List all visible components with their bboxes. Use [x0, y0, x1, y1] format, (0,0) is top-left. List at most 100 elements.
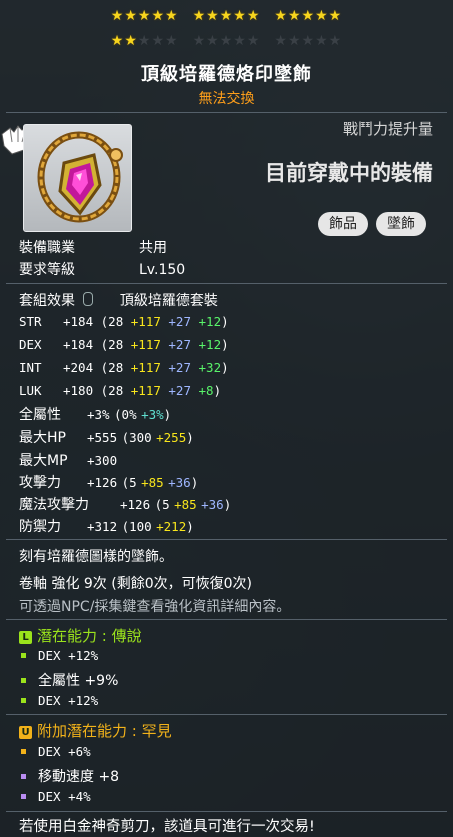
additional-text: DEX +6% [38, 744, 91, 759]
item-icon-frame [23, 124, 132, 232]
bullet-icon [21, 697, 26, 703]
stat-name: 攻擊力 [19, 475, 61, 491]
trade-status: 無法交換 [198, 91, 255, 107]
item-description: 刻有培羅德圖樣的墜飾。 [19, 549, 173, 565]
stat-extra: +3% [141, 407, 164, 422]
paren: ) [190, 475, 199, 490]
stat-row-allstat: 全屬性 +3% (0% +3%) [19, 404, 171, 424]
star-empty-icon: ★ [219, 33, 234, 49]
potential-line: 全屬性 +9% [19, 670, 118, 690]
stat-name: INT [19, 360, 42, 375]
item-name: 頂級培羅德烙印墜飾 [141, 64, 312, 85]
item-tooltip: ★★★★★ ★★★★★ ★★★★★ ★★★★★ ★★★★★ ★★★★★ 頂級培羅德烙印墜… [0, 0, 453, 837]
stat-row-mp: 最大MP +300 [19, 450, 117, 470]
set-effect-label: 套組效果 [19, 293, 75, 309]
star-filled-icon: ★ [301, 8, 316, 24]
additional-text: DEX +4% [38, 789, 91, 804]
scroll-info: 卷軸 強化 9次 (剩餘0次，可恢復0次) [19, 576, 252, 592]
star-filled-icon: ★ [151, 8, 166, 24]
stat-row-magic-attack: 魔法攻擊力 +126 (5 +85 +36) [19, 494, 231, 514]
bullet-icon [21, 748, 26, 754]
divider [6, 539, 447, 540]
star-filled-icon: ★ [137, 8, 152, 24]
star-empty-icon: ★ [287, 33, 302, 49]
stat-base: (300 [121, 430, 152, 445]
potential-text: 全屬性 +9% [38, 673, 119, 689]
enhance-hint: 可透過NPC/採集鍵查看強化資訊詳細內容。 [19, 599, 291, 615]
stat-base: (5 [121, 475, 137, 490]
potential-line: DEX +12% [19, 648, 98, 664]
star-group: ★★★★★ [193, 33, 261, 49]
stat-extra: +36 [168, 475, 191, 490]
combat-power-label: 戰鬥力提升量 [342, 120, 433, 138]
stat-name: DEX [19, 337, 42, 352]
additional-line: 移動速度 +8 [19, 766, 119, 786]
star-empty-icon: ★ [206, 33, 220, 49]
stat-row-defense: 防禦力 +312 (100 +212) [19, 516, 194, 536]
star-force-row-1: ★★★★★ ★★★★★ ★★★★★ [0, 8, 453, 24]
stat-total: +312 [87, 519, 118, 534]
additional-potential-header: U 附加潛在能力 : 罕見 [19, 720, 172, 741]
paren: ) [186, 430, 194, 445]
star-empty-icon: ★ [315, 33, 329, 49]
stat-base: 28 [108, 383, 124, 398]
stat-extra: +32 [198, 360, 222, 375]
stat-base: 28 [108, 337, 124, 352]
stat-total: +126 [87, 475, 118, 490]
stat-extra: +8 [198, 383, 214, 398]
star-filled-icon: ★ [246, 8, 261, 24]
category-tag-accessory: 飾品 [318, 212, 368, 236]
star-empty-icon: ★ [192, 33, 207, 49]
divider [6, 811, 447, 812]
star-filled-icon: ★ [315, 8, 329, 24]
job-label: 裝備職業 [19, 240, 75, 256]
additional-potential-title: 附加潛在能力 : 罕見 [37, 722, 172, 740]
star-empty-icon: ★ [301, 33, 316, 49]
bullet-icon [21, 652, 26, 658]
stat-total: +555 [87, 430, 118, 445]
potential-text: DEX +12% [38, 648, 99, 663]
paren: ) [223, 497, 232, 512]
bullet-icon [21, 793, 26, 799]
star-filled-icon: ★ [165, 8, 179, 24]
stat-extra: +12 [198, 314, 222, 329]
stat-base: 28 [108, 314, 124, 329]
stat-flame: +117 [130, 360, 161, 375]
star-empty-icon: ★ [165, 33, 179, 49]
star-empty-icon: ★ [274, 33, 288, 49]
unique-badge-icon: U [19, 726, 32, 739]
stat-extra: +36 [201, 497, 224, 512]
star-filled-icon: ★ [328, 8, 343, 24]
stat-scroll: +27 [168, 314, 191, 329]
stat-scroll: +27 [168, 383, 191, 398]
legendary-badge-icon: L [19, 631, 32, 644]
paren: ) [163, 407, 172, 422]
star-filled-icon: ★ [124, 8, 138, 24]
potential-text: DEX +12% [38, 693, 99, 708]
stat-flame: +117 [130, 383, 161, 398]
star-filled-icon: ★ [219, 8, 234, 24]
stat-row-str: STR +184 (28 +117 +27 +12) [19, 314, 229, 329]
mouse-icon [83, 292, 94, 306]
stat-total: +180 [63, 383, 94, 398]
star-empty-icon: ★ [137, 33, 152, 49]
divider [6, 112, 447, 113]
level-row: 要求等級 Lv.150 [19, 259, 185, 279]
stat-scroll: +27 [168, 360, 191, 375]
star-filled-icon: ★ [110, 33, 125, 49]
stat-scroll: +27 [168, 337, 191, 352]
stat-name: 最大HP [19, 430, 66, 446]
stat-extra: +255 [156, 430, 187, 445]
stat-total: +184 [63, 314, 94, 329]
stat-row-dex: DEX +184 (28 +117 +27 +12) [19, 337, 229, 352]
potential-line: DEX +12% [19, 693, 98, 709]
divider [6, 714, 447, 715]
bullet-icon [21, 773, 26, 779]
level-value: Lv.150 [139, 262, 186, 278]
stat-base: (100 [121, 519, 152, 534]
level-label: 要求等級 [19, 262, 75, 278]
stat-scroll: +85 [141, 475, 164, 490]
stat-flame: +117 [130, 337, 161, 352]
star-empty-icon: ★ [151, 33, 166, 49]
stat-name: 最大MP [19, 453, 68, 469]
